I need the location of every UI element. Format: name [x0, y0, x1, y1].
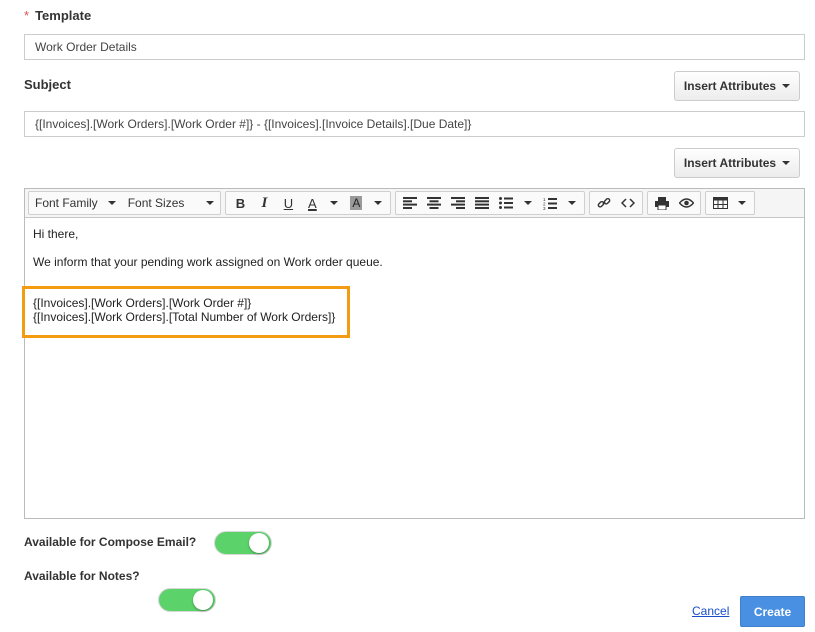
caret-down-icon — [568, 201, 577, 205]
body-insert-attributes-label: Insert Attributes — [683, 156, 777, 170]
italic-button[interactable]: I — [252, 192, 276, 214]
cancel-link[interactable]: Cancel — [692, 604, 729, 618]
subject-insert-attributes-button[interactable]: Insert Attributes — [674, 71, 800, 101]
body-editor[interactable]: Font Family Font Sizes B I U A A 1 2 3 H… — [24, 188, 805, 519]
notes-label: Available for Notes? — [24, 569, 140, 583]
background-color-dropdown[interactable] — [368, 192, 388, 214]
link-icon[interactable] — [592, 192, 616, 214]
svg-text:3: 3 — [543, 206, 546, 210]
align-left-icon[interactable] — [398, 192, 422, 214]
font-family-label: Font Family — [35, 196, 98, 210]
source-code-icon[interactable] — [616, 192, 640, 214]
template-input[interactable]: Work Order Details — [24, 34, 805, 60]
font-group: Font Family Font Sizes — [28, 191, 222, 215]
editor-toolbar: Font Family Font Sizes B I U A A 1 2 3 — [25, 189, 804, 218]
bold-button[interactable]: B — [228, 192, 252, 214]
caret-down-icon — [330, 201, 339, 205]
required-mark: * — [24, 8, 30, 23]
caret-down-icon — [524, 201, 533, 205]
caret-down-icon — [206, 201, 215, 205]
format-group: B I U A A — [225, 191, 392, 215]
body-insert-attributes-button[interactable]: Insert Attributes — [674, 148, 800, 178]
font-family-select[interactable]: Font Family — [29, 192, 122, 214]
attributes-highlight-box — [22, 286, 350, 338]
bullet-list-icon[interactable] — [494, 192, 518, 214]
subject-input[interactable]: {[Invoices].[Work Orders].[Work Order #]… — [24, 111, 805, 137]
subject-insert-attributes-label: Insert Attributes — [683, 79, 777, 93]
table-icon[interactable] — [708, 192, 732, 214]
create-button[interactable]: Create — [740, 596, 805, 627]
toggle-knob — [249, 533, 269, 553]
caret-down-icon — [738, 201, 747, 205]
compose-email-toggle[interactable] — [214, 531, 272, 555]
caret-down-icon — [107, 201, 116, 205]
caret-down-icon — [782, 84, 791, 88]
table-dropdown[interactable] — [732, 192, 752, 214]
toggle-knob — [193, 590, 213, 610]
align-center-icon[interactable] — [422, 192, 446, 214]
font-sizes-select[interactable]: Font Sizes — [122, 192, 221, 214]
underline-button[interactable]: U — [276, 192, 300, 214]
notes-toggle[interactable] — [158, 588, 216, 612]
background-color-button[interactable]: A — [344, 192, 368, 214]
font-color-dropdown[interactable] — [324, 192, 344, 214]
insert-group — [589, 191, 644, 215]
numbered-list-dropdown[interactable] — [562, 192, 582, 214]
caret-down-icon — [374, 201, 383, 205]
preview-eye-icon[interactable] — [674, 192, 698, 214]
align-group: 123 — [395, 191, 586, 215]
font-color-button[interactable]: A — [300, 192, 324, 214]
template-label-text: Template — [35, 8, 92, 23]
subject-label: Subject — [24, 77, 71, 92]
background-color-glyph: A — [350, 196, 363, 210]
greeting-line: Hi there, — [33, 227, 79, 241]
align-right-icon[interactable] — [446, 192, 470, 214]
compose-email-label: Available for Compose Email? — [24, 535, 197, 549]
bullet-list-dropdown[interactable] — [518, 192, 538, 214]
align-justify-icon[interactable] — [470, 192, 494, 214]
caret-down-icon — [782, 161, 791, 165]
template-label: * Template — [24, 8, 91, 23]
table-group — [705, 191, 756, 215]
view-group — [647, 191, 702, 215]
message-line: We inform that your pending work assigne… — [33, 255, 383, 269]
print-icon[interactable] — [650, 192, 674, 214]
numbered-list-icon[interactable]: 123 — [538, 192, 562, 214]
font-sizes-label: Font Sizes — [127, 196, 185, 210]
